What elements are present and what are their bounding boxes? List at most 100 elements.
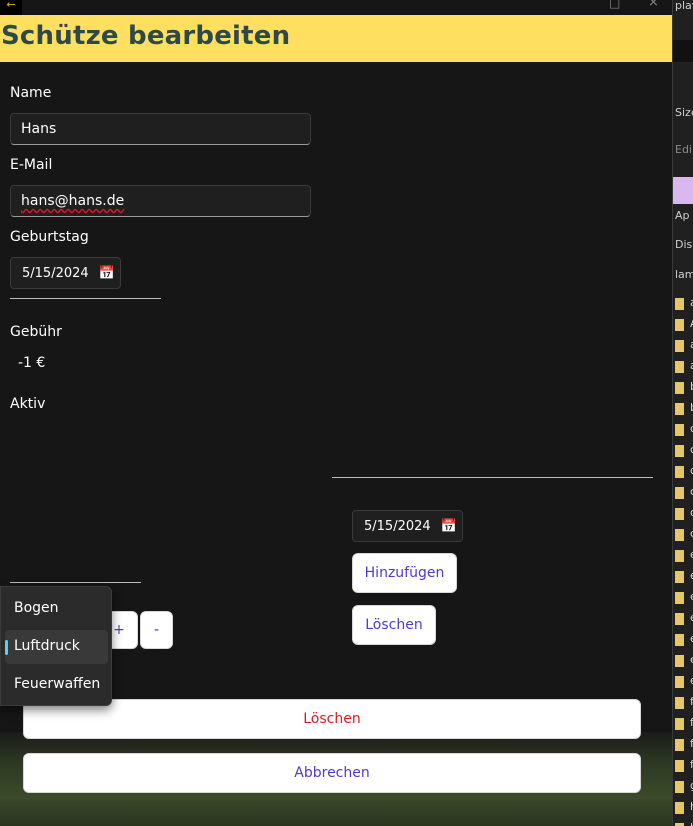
folder-icon	[675, 466, 684, 478]
folder-icon	[675, 613, 684, 625]
background-edit-fragment: Edi	[675, 143, 692, 156]
folder-icon	[675, 718, 684, 730]
background-file-row: f	[675, 716, 693, 731]
folder-icon	[675, 781, 684, 793]
background-file-row: f	[675, 737, 693, 752]
background-file-row: e	[675, 569, 693, 584]
background-file-row: A	[675, 317, 693, 332]
cancel-button-label: Abbrechen	[294, 765, 370, 781]
email-input-value: hans@hans.de	[21, 193, 125, 209]
background-file-row: b	[675, 380, 693, 395]
name-input[interactable]: Hans	[10, 113, 311, 145]
add-button[interactable]: Hinzufügen	[352, 553, 457, 593]
background-ap-fragment: Ap	[675, 209, 690, 222]
folder-icon	[675, 529, 684, 541]
calendar-icon: 📅	[440, 518, 457, 534]
folder-icon	[675, 655, 684, 667]
background-file-row: c	[675, 443, 693, 458]
dropdown-option-label: Bogen	[14, 600, 59, 616]
background-file-row: c	[675, 506, 693, 521]
close-icon[interactable]: ×	[648, 0, 659, 10]
folder-icon	[675, 298, 684, 310]
background-toolbar	[673, 40, 693, 62]
divider	[10, 582, 141, 583]
dropdown-option-label: Feuerwaffen	[14, 676, 101, 692]
folder-icon	[675, 760, 684, 772]
delete-entry-button[interactable]: Löschen	[352, 605, 436, 645]
fee-label: Gebühr	[10, 324, 62, 340]
background-file-row: c	[675, 485, 693, 500]
page-header: Schütze bearbeiten	[0, 15, 672, 62]
background-file-row: e	[675, 611, 693, 626]
dropdown-option-label: Luftdruck	[14, 638, 80, 654]
background-file-row: c	[675, 422, 693, 437]
background-dis-fragment: Dis	[675, 238, 693, 251]
dropdown-option-luftdruck[interactable]: Luftdruck	[5, 630, 108, 664]
delete-button-label: Löschen	[303, 711, 361, 727]
divider	[332, 477, 653, 478]
folder-icon	[675, 508, 684, 520]
folder-icon	[675, 403, 684, 415]
dropdown-option-bogen[interactable]: Bogen	[5, 592, 108, 626]
folder-icon	[675, 487, 684, 499]
folder-icon	[675, 550, 684, 562]
divider	[10, 298, 161, 299]
background-file-row: h	[675, 800, 693, 815]
folder-icon	[675, 739, 684, 751]
birthday-date-picker[interactable]: 5/15/2024 📅	[10, 257, 121, 289]
background-file-row: a	[675, 338, 693, 353]
background-file-row: a	[675, 359, 693, 374]
dropdown-option-feuerwaffen[interactable]: Feuerwaffen	[5, 668, 108, 702]
delete-entry-button-label: Löschen	[365, 617, 423, 633]
folder-icon	[675, 445, 684, 457]
minus-label: -	[153, 622, 160, 638]
folder-icon	[675, 361, 684, 373]
category-dropdown-list: Bogen Luftdruck Feuerwaffen	[0, 586, 112, 706]
add-button-label: Hinzufügen	[364, 565, 445, 581]
decrement-button[interactable]: -	[140, 611, 173, 649]
folder-icon	[675, 592, 684, 604]
background-size-fragment: Size	[675, 106, 693, 119]
birthday-label: Geburtstag	[10, 229, 89, 245]
folder-icon	[675, 676, 684, 688]
name-label: Name	[10, 85, 52, 101]
maximize-icon[interactable]: □	[609, 0, 620, 10]
background-window: plav Size Edi Ap Dis lam aAaabbcccccceee…	[672, 0, 693, 826]
email-input[interactable]: hans@hans.de	[10, 185, 311, 217]
folder-icon	[675, 802, 684, 814]
folder-icon	[675, 319, 684, 331]
background-file-row: h	[675, 821, 693, 826]
background-file-row: a	[675, 296, 693, 311]
background-file-row: e	[675, 674, 693, 689]
background-nam-fragment: lam	[675, 268, 693, 281]
background-file-row: e	[675, 548, 693, 563]
background-file-row: b	[675, 401, 693, 416]
back-icon[interactable]: ←	[0, 0, 22, 15]
fee-value: -1 €	[18, 355, 46, 371]
background-file-row: f	[675, 758, 693, 773]
cancel-button[interactable]: Abbrechen	[23, 753, 641, 793]
background-file-row: e	[675, 653, 693, 668]
folder-icon	[675, 424, 684, 436]
background-file-row: e	[675, 632, 693, 647]
birthday-date-value: 5/15/2024	[22, 265, 89, 281]
delete-button[interactable]: Löschen	[23, 699, 641, 739]
right-date-value: 5/15/2024	[364, 518, 431, 534]
name-input-value: Hans	[21, 121, 57, 137]
background-file-row: g	[675, 779, 693, 794]
edit-form: Name Hans E-Mail hans@hans.de Geburtstag…	[0, 62, 672, 826]
folder-icon	[675, 634, 684, 646]
background-highlight	[673, 177, 693, 204]
right-date-picker[interactable]: 5/15/2024 📅	[352, 510, 463, 542]
background-title-fragment: plav	[675, 0, 693, 12]
background-file-row: e	[675, 590, 693, 605]
email-label: E-Mail	[10, 157, 53, 173]
active-label: Aktiv	[10, 396, 46, 412]
background-file-row: c	[675, 527, 693, 542]
window-titlebar: ← □ ×	[0, 0, 672, 15]
background-file-row: f	[675, 695, 693, 710]
calendar-icon: 📅	[98, 265, 115, 281]
folder-icon	[675, 697, 684, 709]
folder-icon	[675, 340, 684, 352]
background-file-row: c	[675, 464, 693, 479]
